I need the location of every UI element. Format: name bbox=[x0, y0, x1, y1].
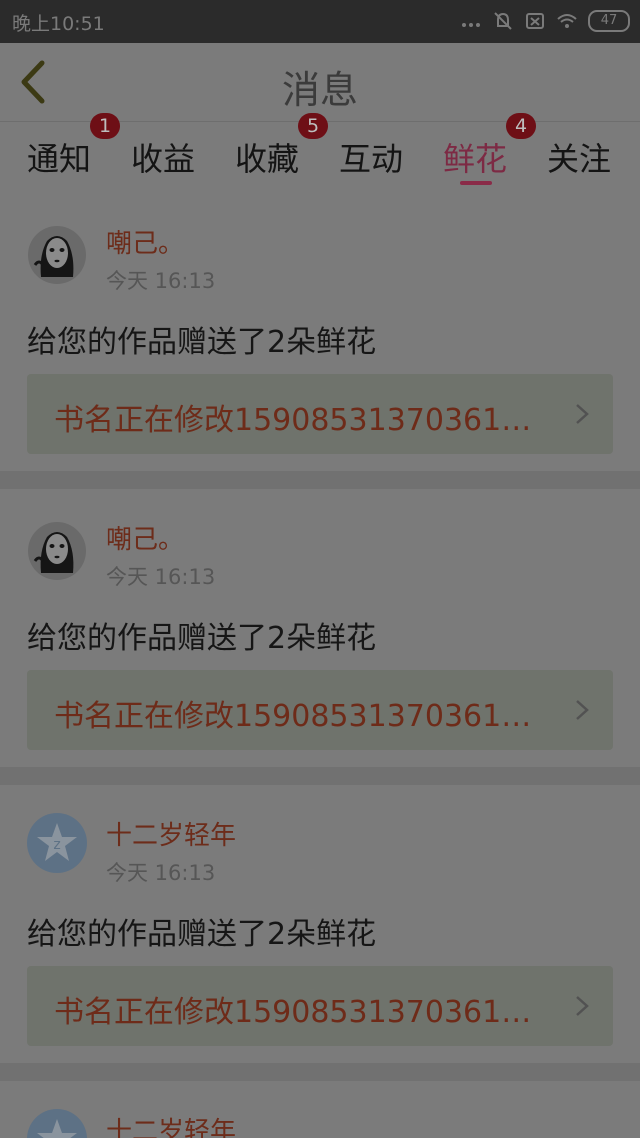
card-divider bbox=[0, 471, 640, 489]
message-time: 今天 16:13 bbox=[106, 565, 216, 589]
book-title: 书名正在修改15908531370361… bbox=[54, 699, 532, 734]
no-sim-icon bbox=[526, 13, 544, 29]
user-name[interactable]: 嘲己。 bbox=[106, 519, 184, 556]
card-divider bbox=[0, 767, 640, 785]
wifi-icon bbox=[557, 14, 577, 28]
book-link[interactable]: 书名正在修改15908531370361… bbox=[27, 374, 613, 454]
message-card: z 十二岁轻年 今天 16:13 给您的作品赠送了2朵鲜花 书名正在修改1590… bbox=[0, 785, 640, 1063]
tab-flowers[interactable]: 鲜花 bbox=[443, 134, 507, 180]
default-star-avatar-icon[interactable]: z bbox=[27, 813, 87, 873]
message-text: 给您的作品赠送了2朵鲜花 bbox=[27, 325, 377, 360]
message-card: 嘲己。 今天 16:13 给您的作品赠送了2朵鲜花 书名正在修改15908531… bbox=[0, 489, 640, 767]
book-title: 书名正在修改15908531370361… bbox=[54, 403, 532, 438]
user-name[interactable]: 嘲己。 bbox=[106, 223, 184, 260]
message-card: 嘲己。 今天 16:13 给您的作品赠送了2朵鲜花 书名正在修改15908531… bbox=[0, 193, 640, 471]
noface-avatar-icon[interactable] bbox=[27, 225, 87, 285]
tab-interactions[interactable]: 互动 bbox=[339, 134, 403, 180]
chevron-right-icon bbox=[576, 700, 589, 720]
app-header: 消息 bbox=[0, 43, 640, 122]
battery-icon: 47 bbox=[588, 10, 630, 32]
active-tab-indicator bbox=[460, 181, 492, 185]
tab-follows[interactable]: 关注 bbox=[547, 134, 611, 180]
status-time: 晚上10:51 bbox=[12, 13, 105, 35]
book-link[interactable]: 书名正在修改15908531370361… bbox=[27, 966, 613, 1046]
message-text: 给您的作品赠送了2朵鲜花 bbox=[27, 621, 377, 656]
noface-avatar-icon[interactable] bbox=[27, 521, 87, 581]
status-bar: 晚上10:51 47 bbox=[0, 0, 640, 43]
badge-flowers: 4 bbox=[506, 113, 536, 139]
card-divider bbox=[0, 1063, 640, 1081]
tab-favorites[interactable]: 收藏 bbox=[235, 134, 299, 180]
book-link[interactable]: 书名正在修改15908531370361… bbox=[27, 670, 613, 750]
tab-notifications[interactable]: 通知 bbox=[27, 134, 91, 180]
more-dots-icon bbox=[462, 23, 480, 27]
bell-off-icon bbox=[494, 12, 512, 30]
message-time: 今天 16:13 bbox=[106, 269, 216, 293]
message-card: 十二岁轻年 bbox=[0, 1081, 640, 1138]
message-text: 给您的作品赠送了2朵鲜花 bbox=[27, 917, 377, 952]
chevron-right-icon bbox=[576, 404, 589, 424]
badge-notifications: 1 bbox=[90, 113, 120, 139]
book-title: 书名正在修改15908531370361… bbox=[54, 995, 532, 1030]
user-name[interactable]: 十二岁轻年 bbox=[106, 1111, 236, 1138]
chevron-right-icon bbox=[576, 996, 589, 1016]
default-star-avatar-icon[interactable] bbox=[27, 1109, 87, 1138]
badge-favorites: 5 bbox=[298, 113, 328, 139]
message-time: 今天 16:13 bbox=[106, 861, 216, 885]
svg-text:z: z bbox=[53, 837, 60, 853]
tab-earnings[interactable]: 收益 bbox=[131, 134, 195, 180]
page-title: 消息 bbox=[281, 68, 358, 112]
status-icons: 47 bbox=[460, 8, 630, 34]
user-name[interactable]: 十二岁轻年 bbox=[106, 815, 236, 852]
